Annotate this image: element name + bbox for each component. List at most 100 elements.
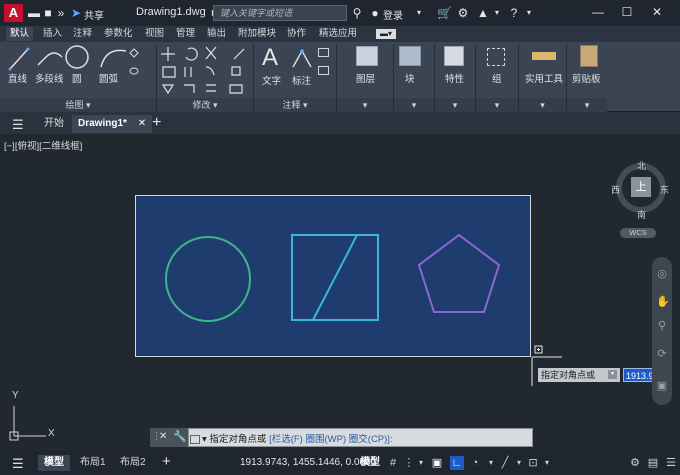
tab-layout1[interactable]: 布局1 [74,455,112,471]
block-icon[interactable] [399,46,421,66]
layers-panel-footer[interactable]: ▾ [337,98,393,112]
diagonal-line-object[interactable] [312,234,358,321]
chevron-down-icon[interactable]: ▾ [412,6,426,20]
tab-manage[interactable]: 管理 [172,27,199,41]
ortho-icon[interactable]: ∟ [450,456,464,470]
modify-panel-footer[interactable]: 修改 ▾ [157,98,253,112]
ribbon-toggle-button[interactable]: ▬▾ [376,29,397,39]
tab-default[interactable]: 默认 [6,27,34,41]
tab-layout2[interactable]: 布局2 [114,455,152,471]
share-button[interactable]: 共享 [84,7,104,22]
utilities-tool-label[interactable]: 实用工具 [525,71,563,85]
showmotion-icon[interactable]: ▣ [656,380,668,392]
group-panel-footer[interactable]: ▾ [476,98,518,112]
tab-featured-apps[interactable]: 精选应用 [315,27,361,41]
clipboard-icon[interactable] [580,45,598,67]
menu-icon[interactable]: ☰ [12,117,24,133]
object-snap-icon[interactable]: ⊡ [526,456,540,470]
dimension-icon[interactable] [290,47,314,71]
chevron-down-icon[interactable]: ▾ [522,6,536,20]
pan-icon[interactable]: ✋ [656,296,670,308]
properties-tool-label[interactable]: 特性 [445,71,464,85]
maximize-button[interactable]: ☐ [619,5,635,19]
tab-collaborate[interactable]: 协作 [283,27,310,41]
folder-icon[interactable]: ▬ [27,6,41,20]
tab-view[interactable]: 视图 [141,27,168,41]
text-tool-icon[interactable]: A [262,44,278,72]
close-tab-icon[interactable]: ✕ [138,118,146,129]
polyline-tool-label[interactable]: 多段线 [35,71,64,85]
tab-start[interactable]: 开始 [38,115,70,133]
group-icon[interactable] [487,48,505,66]
new-tab-button[interactable]: + [152,114,161,132]
customization-icon[interactable]: ▤ [646,456,660,470]
text-tool-label[interactable]: 文字 [262,73,281,87]
save-icon[interactable]: ■ [41,6,55,20]
layout-menu-icon[interactable]: ☰ [12,456,24,472]
orbit-icon[interactable]: ⟳ [656,348,668,360]
dimension-tool-label[interactable]: 标注 [292,73,311,87]
minimize-button[interactable]: — [590,5,606,19]
chevron-down-icon[interactable]: ▾ [540,456,554,470]
viewport-controls-label[interactable]: [−][俯视][二维线框] [4,138,82,152]
chevron-down-icon[interactable]: ▾ [512,456,526,470]
block-panel-footer[interactable]: ▾ [394,98,434,112]
draw-panel-footer[interactable]: 绘图 ▾ [0,98,156,112]
wcs-menu[interactable]: WCS [620,228,656,238]
layers-icon[interactable] [356,46,378,66]
status-menu-icon[interactable]: ☰ [664,456,678,470]
workspace-icon[interactable]: ⚙ [628,456,642,470]
block-tool-label[interactable]: 块 [405,71,415,85]
user-icon[interactable]: ● [368,6,382,20]
search-input[interactable]: 键入关键字或短语 [213,5,347,21]
add-layout-button[interactable]: + [162,453,171,470]
chevron-down-icon[interactable]: ▾ [490,6,504,20]
compass-north[interactable]: 北 [637,159,646,172]
more-icon[interactable]: » [54,6,68,20]
tab-output[interactable]: 输出 [203,27,230,41]
clipboard-panel-footer[interactable]: ▾ [567,98,607,112]
close-icon[interactable]: ✕ [159,431,167,442]
properties-panel-footer[interactable]: ▾ [435,98,475,112]
compass-west[interactable]: 西 [611,183,620,196]
exchange-icon[interactable]: ⚙ [456,6,470,20]
cart-icon[interactable]: 🛒 [437,6,452,20]
pentagon-object[interactable] [417,233,501,313]
app-logo[interactable]: A [4,4,23,22]
tab-annotate[interactable]: 注释 [69,27,96,41]
close-button[interactable]: ✕ [649,5,665,19]
option-wpolygon[interactable]: 圈围(WP) [306,434,347,445]
annotation-panel-footer[interactable]: 注释 ▾ [254,98,336,112]
isodraft-icon[interactable]: ╱ [498,456,512,470]
chevron-down-icon[interactable]: ▾ [414,456,428,470]
tab-insert[interactable]: 插入 [39,27,66,41]
tab-addins[interactable]: 附加模块 [234,27,280,41]
line-tool-label[interactable]: 直线 [8,71,27,85]
table-icon[interactable] [318,66,329,75]
utilities-panel-footer[interactable]: ▾ [519,98,566,112]
circle-tool-label[interactable]: 圆 [72,71,82,85]
help-icon[interactable]: ? [507,6,521,20]
login-button[interactable]: 登录 [383,7,403,22]
polar-icon[interactable]: ◔ [468,456,482,470]
search-icon[interactable]: ⚲ [350,6,364,20]
group-tool-label[interactable]: 组 [492,71,502,85]
cursor-coordinates[interactable]: 1913.9743, 1455.1446, 0.0000 [240,455,376,471]
grid-icon[interactable]: # [386,456,400,470]
options-icon[interactable]: ▾ [608,370,617,379]
model-space-toggle[interactable]: 模型 [360,455,380,471]
customize-icon[interactable]: 🔧 [173,430,187,443]
utilities-icon[interactable] [532,52,556,60]
viewcube-top-face[interactable]: 上 [631,177,651,197]
steering-wheel-icon[interactable]: ◎ [656,268,668,280]
infer-constraints-icon[interactable]: ▣ [430,456,444,470]
circle-object[interactable] [165,236,251,322]
tab-parametric[interactable]: 参数化 [100,27,137,41]
zoom-icon[interactable]: ⚲ [656,320,668,332]
tab-model[interactable]: 模型 [38,455,70,471]
option-cpolygon[interactable]: 圈交(CP)]: [349,434,393,445]
autodesk-icon[interactable]: ▲ [476,6,490,20]
properties-icon[interactable] [444,46,464,66]
tab-drawing1[interactable]: Drawing1* ✕ [72,115,153,133]
chevron-down-icon[interactable]: ▾ [484,456,498,470]
